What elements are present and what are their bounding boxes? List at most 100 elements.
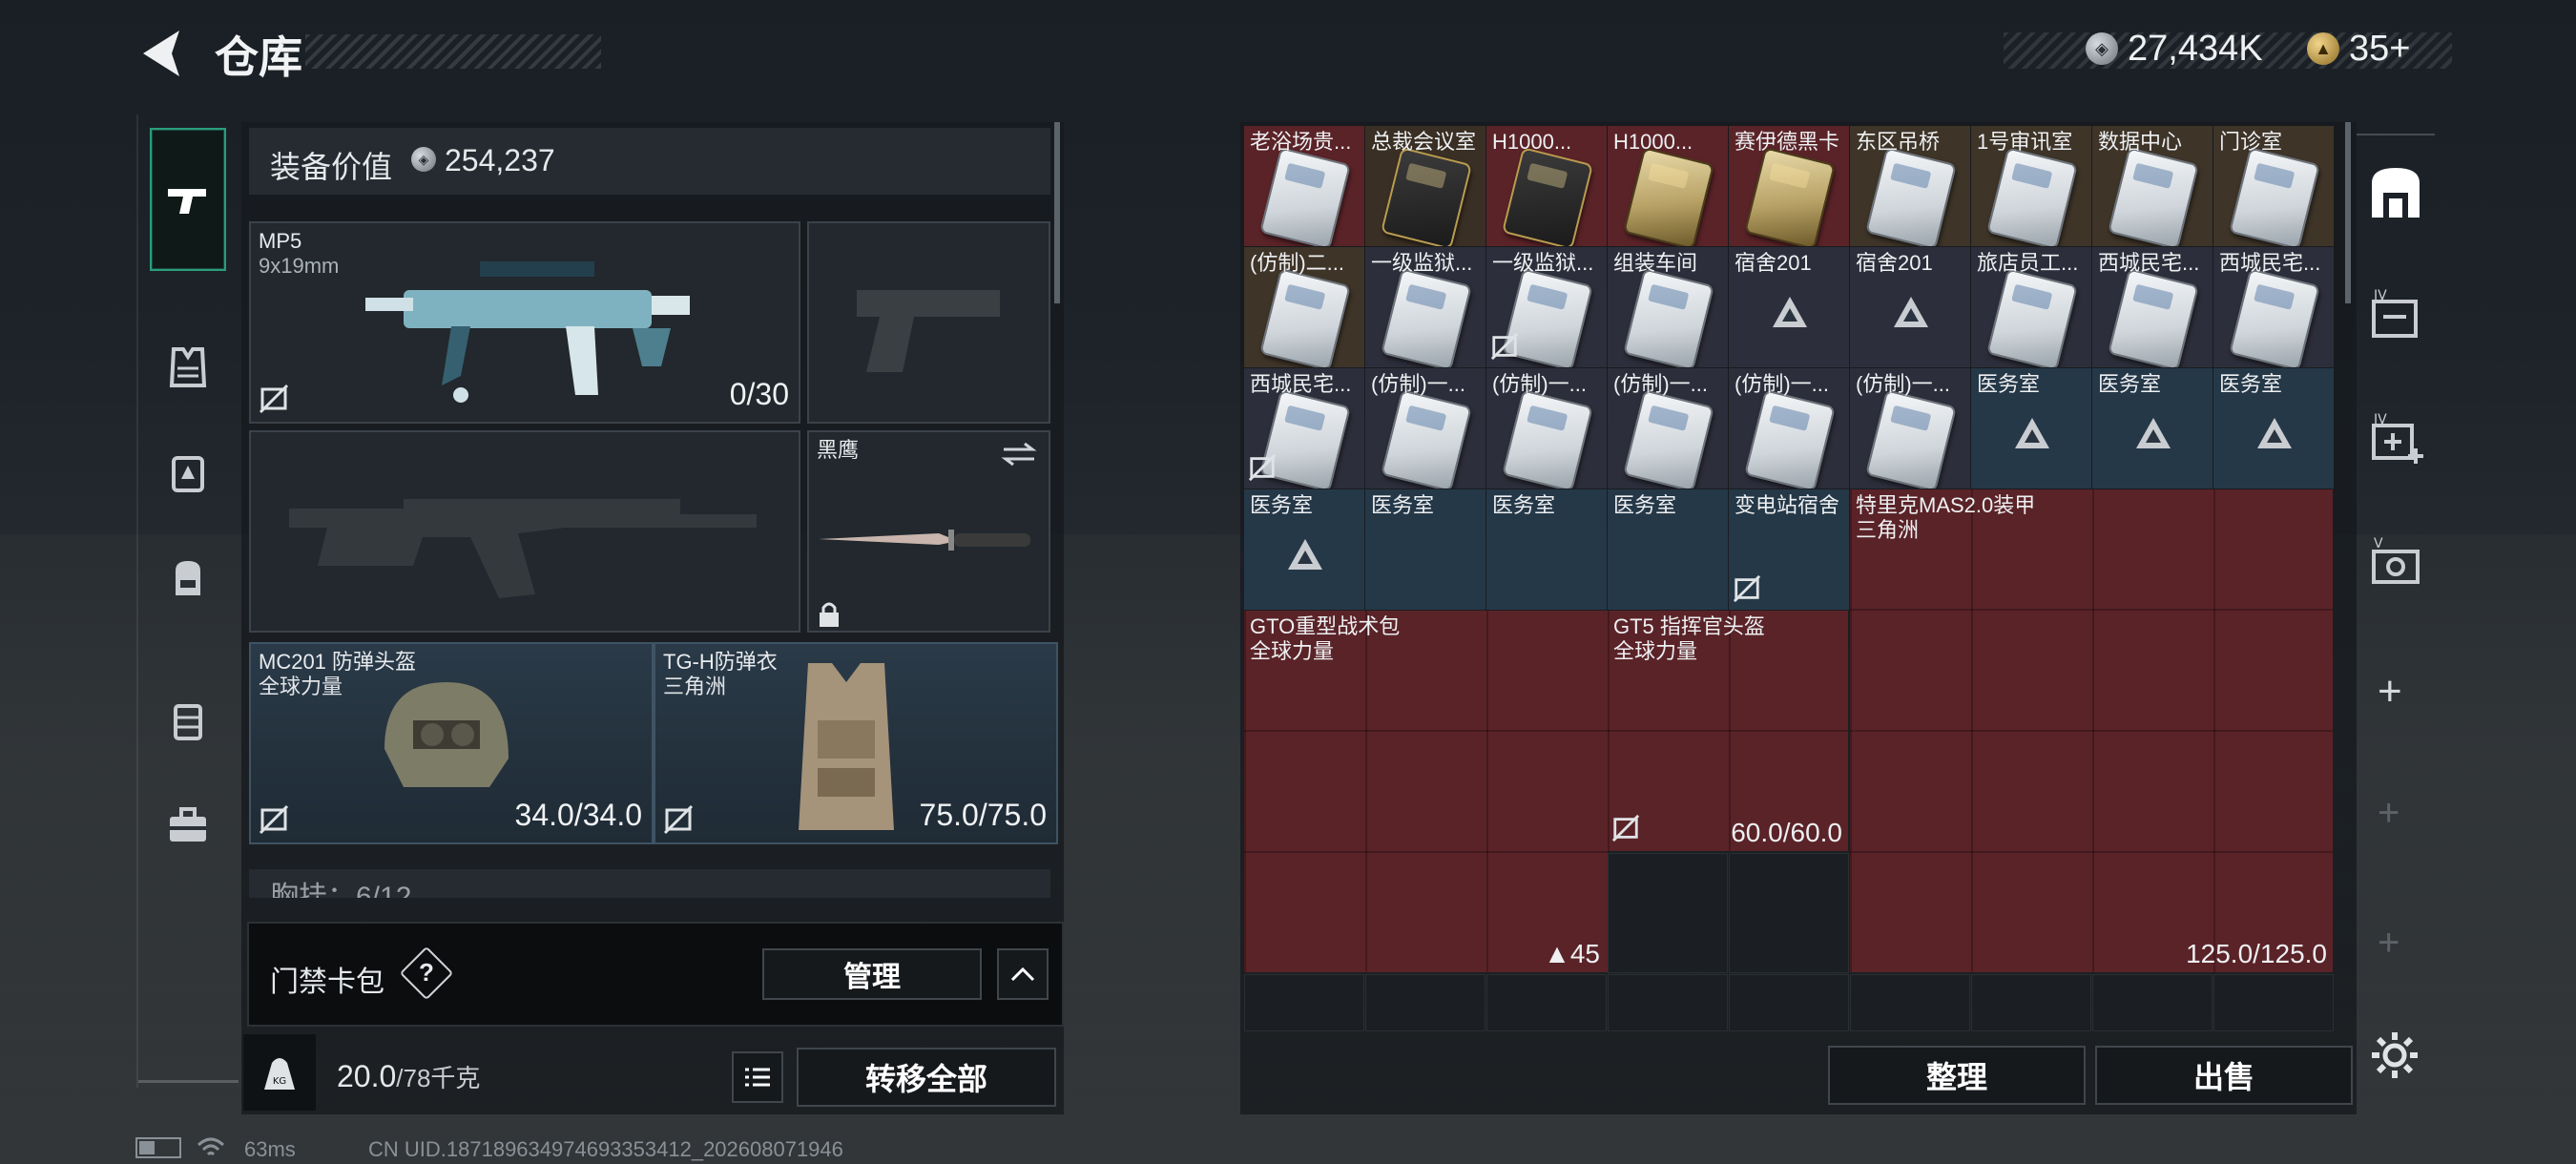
empty-cell[interactable] (1850, 974, 1970, 1031)
empty-cell[interactable] (1486, 974, 1607, 1031)
secondary-weapon-slot-empty[interactable] (249, 430, 800, 633)
empty-cell[interactable] (1729, 974, 1849, 1031)
locked-storage-slot-2: + (2378, 922, 2400, 964)
storage-item[interactable]: 一级监狱... (1486, 247, 1607, 367)
add-storage-button[interactable]: + (2378, 668, 2402, 716)
keycard-image (1744, 147, 1836, 246)
swap-icon[interactable] (1000, 440, 1038, 468)
rail-safebox[interactable] (150, 782, 226, 868)
silver-amount: 27,434K (2128, 28, 2263, 69)
storage-item[interactable]: 东区吊桥 (1850, 126, 1970, 246)
storage-item[interactable]: 医务室 (2092, 368, 2212, 488)
storage-item[interactable]: 医务室 (2213, 368, 2334, 488)
chest-rig-header[interactable]: 胸挂：6/12 (249, 869, 1050, 898)
storage-expansion-1-icon[interactable]: IV (2366, 286, 2425, 345)
transfer-all-button[interactable]: 转移全部 (797, 1048, 1056, 1107)
storage-item[interactable]: (仿制)一... (1729, 368, 1849, 488)
armor-slot[interactable]: TG-H防弹衣 三角洲 75.0/75.0 (654, 642, 1058, 844)
back-arrow-icon[interactable] (135, 27, 185, 80)
storage-item[interactable]: (仿制)一... (1486, 368, 1607, 488)
storage-item[interactable]: 宿舍201 (1850, 247, 1970, 367)
storage-item[interactable]: 医务室 (1486, 489, 1607, 610)
empty-cell[interactable] (1365, 974, 1485, 1031)
gold-amount: 35+ (2349, 28, 2411, 69)
keycard-image (1259, 147, 1351, 246)
item-name: 数据中心 (2098, 130, 2183, 154)
storage-panel: 老浴场贵... 总裁会议室 H1000... H1000... 赛伊德黑卡 东区吊桥 1号审… (1240, 122, 2357, 1114)
manage-button[interactable]: 管理 (762, 948, 982, 1000)
storage-item[interactable]: 宿舍201 (1729, 247, 1849, 367)
storage-item[interactable]: 西城民宅... (2213, 247, 2334, 367)
storage-item[interactable]: H1000... (1608, 126, 1728, 246)
tabs-divider (2357, 134, 2435, 135)
gold-currency[interactable]: ▲ 35+ (2307, 25, 2410, 73)
panel-scrollbar[interactable] (1054, 122, 1060, 303)
keycard-image (1865, 147, 1957, 246)
storage-item[interactable]: 医务室 (1971, 368, 2091, 488)
storage-item[interactable]: 旅店员工... (1971, 247, 2091, 367)
delta-logo-icon (1773, 297, 1807, 327)
sell-button[interactable]: 出售 (2095, 1046, 2353, 1105)
collapse-button[interactable] (997, 948, 1049, 1000)
rail-pouch[interactable] (150, 429, 226, 515)
storage-item[interactable]: (仿制)一... (1365, 368, 1485, 488)
storage-scrollbar[interactable] (2345, 122, 2351, 303)
storage-item[interactable]: 组装车间 (1608, 247, 1728, 367)
backpack-item[interactable]: GTO重型战术包 全球力量 ▲45 (1244, 611, 1608, 972)
storage-grid: 老浴场贵... 总裁会议室 H1000... H1000... 赛伊德黑卡 东区吊桥 1号审… (1244, 126, 2339, 1099)
rail-case[interactable] (150, 677, 226, 763)
storage-medical-icon[interactable]: IV (2366, 410, 2425, 469)
item-name: 1号审讯室 (1977, 130, 2073, 154)
pistol-slot-empty[interactable] (807, 221, 1050, 424)
warehouse-tab-icon[interactable] (2366, 162, 2425, 221)
storage-item[interactable]: 数据中心 (2092, 126, 2212, 246)
empty-cell[interactable] (2092, 974, 2212, 1031)
primary-weapon-slot[interactable]: MP5 9x19mm 0/30 (249, 221, 800, 424)
empty-cell[interactable] (1729, 853, 1849, 973)
rail-weapons[interactable] (150, 128, 226, 271)
item-name: 西城民宅... (2219, 251, 2321, 275)
item-name: 医务室 (2098, 372, 2162, 396)
armor-item[interactable]: 特里克MAS2.0装甲 三角洲 125.0/125.0 (1850, 489, 2333, 972)
settings-gear-icon[interactable] (2370, 1030, 2420, 1080)
rifle-silhouette-icon (289, 499, 757, 598)
storage-item[interactable]: 老浴场贵... (1244, 126, 1364, 246)
delta-logo-icon (2015, 418, 2049, 448)
empty-cell[interactable] (2213, 974, 2334, 1031)
empty-cell[interactable] (1608, 974, 1728, 1031)
list-icon (745, 1068, 770, 1087)
storage-item[interactable]: 一级监狱... (1365, 247, 1485, 367)
battery-icon (135, 1137, 181, 1158)
storage-item[interactable]: (仿制)二... (1244, 247, 1364, 367)
equipment-value-bar: 装备价值 ◈ 254,237 (249, 128, 1050, 195)
storage-item[interactable]: 门诊室 (2213, 126, 2334, 246)
list-view-button[interactable] (732, 1051, 783, 1103)
helmet-item[interactable]: GT5 指挥官头盔 全球力量 60.0/60.0 (1608, 611, 1848, 851)
storage-item[interactable]: 医务室 (1608, 489, 1728, 610)
empty-cell[interactable] (1971, 974, 2091, 1031)
storage-item[interactable]: (仿制)一... (1608, 368, 1728, 488)
rail-divider (138, 1080, 239, 1083)
item-name: 总裁会议室 (1371, 130, 1477, 154)
no-insurance-icon (259, 384, 289, 414)
storage-item[interactable]: H1000... (1486, 126, 1607, 246)
storage-ammo-icon[interactable]: V (2366, 534, 2425, 593)
storage-item[interactable]: 医务室 (1244, 489, 1364, 610)
helmet-slot[interactable]: MC201 防弹头盔 全球力量 34.0/34.0 (249, 642, 654, 844)
no-insurance-icon (663, 804, 694, 835)
empty-cell[interactable] (1608, 853, 1728, 973)
storage-item[interactable]: 1号审讯室 (1971, 126, 2091, 246)
storage-item[interactable]: (仿制)一... (1850, 368, 1970, 488)
storage-item[interactable]: 赛伊德黑卡 (1729, 126, 1849, 246)
storage-item[interactable]: 西城民宅... (2092, 247, 2212, 367)
empty-cell[interactable] (1244, 974, 1364, 1031)
melee-slot[interactable]: 黑鹰 (807, 430, 1050, 633)
keycard-image (2108, 268, 2199, 367)
sort-button[interactable]: 整理 (1828, 1046, 2086, 1105)
storage-item[interactable]: 变电站宿舍 (1729, 489, 1849, 610)
storage-item[interactable]: 医务室 (1365, 489, 1485, 610)
rail-chest-rig[interactable] (150, 324, 226, 410)
storage-item[interactable]: 总裁会议室 (1365, 126, 1485, 246)
rail-backpack[interactable] (150, 534, 226, 620)
storage-item[interactable]: 西城民宅... (1244, 368, 1364, 488)
